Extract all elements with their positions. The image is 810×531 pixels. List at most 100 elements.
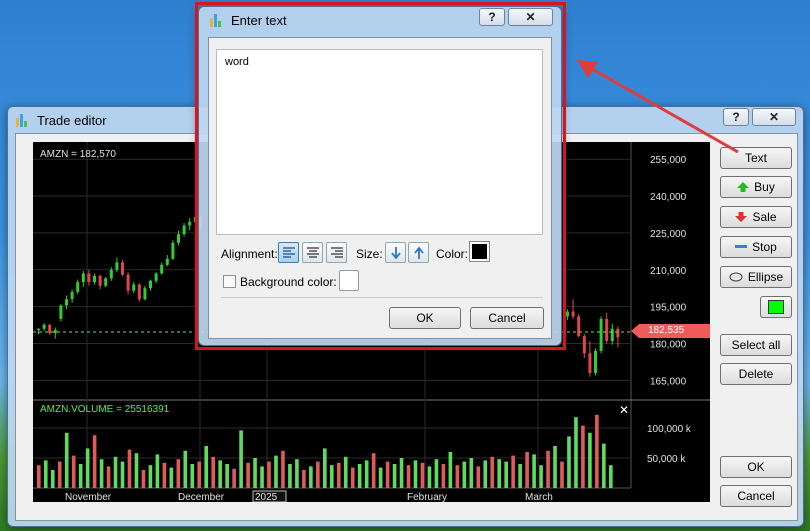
text-button[interactable]: Text (720, 147, 792, 169)
x-tick-label: February (407, 492, 447, 502)
sale-button-label: Sale (752, 210, 777, 224)
volume-bar (162, 462, 167, 488)
close-button[interactable]: ✕ (752, 108, 796, 126)
candle-body (177, 234, 180, 243)
volume-bar (218, 460, 222, 488)
volume-bar (50, 470, 55, 488)
dialog-help-button[interactable]: ? (479, 8, 505, 26)
volume-bar (155, 454, 160, 488)
volume-bar (497, 459, 502, 488)
volume-bar (169, 467, 174, 488)
dialog-separator (221, 297, 543, 298)
x-tick-label: 2025 (255, 492, 278, 502)
text-color-button[interactable] (469, 241, 490, 262)
volume-bar (239, 430, 243, 488)
volume-bar (588, 432, 592, 488)
align-left-button[interactable] (278, 242, 299, 263)
sale-button[interactable]: Sale (720, 206, 792, 228)
buy-button-label: Buy (754, 180, 775, 194)
volume-bar (448, 452, 453, 488)
align-center-button[interactable] (302, 242, 323, 263)
volume-bar (176, 459, 181, 488)
volume-bar (253, 458, 257, 488)
stop-button-label: Stop (752, 240, 777, 254)
stop-button[interactable]: Stop (720, 236, 792, 258)
cancel-button[interactable]: Cancel (720, 485, 792, 507)
volume-bar (574, 417, 578, 488)
volume-close-icon[interactable]: ✕ (619, 403, 629, 417)
arrow-up-icon (737, 182, 750, 192)
candle-body (149, 280, 152, 289)
x-tick-label: November (65, 492, 112, 502)
volume-bar (511, 455, 515, 488)
app-chart-icon (210, 13, 224, 27)
candle-body (188, 221, 192, 226)
select-all-label: Select all (731, 338, 781, 352)
volume-bar (602, 443, 606, 488)
volume-bar (134, 453, 139, 488)
color-swatch-button[interactable] (760, 296, 792, 318)
price-tick-label: 225,000 (650, 229, 687, 240)
candle-body (599, 318, 603, 351)
volume-bar (37, 465, 41, 488)
arrow-up-icon (413, 246, 424, 259)
ok-button[interactable]: OK (720, 456, 792, 478)
ellipse-button[interactable]: Ellipse (720, 266, 792, 288)
candle-body (115, 262, 119, 270)
volume-bar (309, 466, 313, 488)
volume-bar (92, 435, 97, 488)
select-all-button[interactable]: Select all (720, 334, 792, 356)
volume-bar (260, 466, 264, 488)
candle-body (610, 328, 614, 342)
volume-bar (71, 455, 76, 488)
volume-bar (336, 462, 341, 488)
align-right-button[interactable] (326, 242, 347, 263)
candle-body (109, 269, 113, 279)
background-checkbox[interactable] (223, 275, 236, 288)
volume-bar (609, 465, 613, 488)
align-center-icon (306, 247, 319, 258)
ellipse-button-label: Ellipse (747, 270, 784, 284)
text-input[interactable]: word (216, 49, 543, 235)
volume-bar (371, 453, 376, 488)
x-tick-label: December (178, 492, 225, 502)
price-tick-label: 195,000 (650, 303, 687, 314)
candle-body (98, 275, 102, 286)
volume-label: AMZN.VOLUME = 25516391 (40, 404, 170, 415)
volume-bar (441, 464, 446, 488)
candle-body (53, 329, 57, 334)
dialog-close-button[interactable]: ✕ (508, 8, 553, 26)
size-down-button[interactable] (385, 242, 406, 263)
volume-bar (532, 454, 536, 488)
volume-bar (99, 459, 104, 488)
candle-body (165, 258, 169, 265)
volume-bar (392, 464, 397, 488)
dialog-titlebar[interactable]: Enter text (199, 7, 561, 33)
background-color-button[interactable] (339, 270, 359, 291)
candle-body (160, 264, 164, 274)
volume-bar (378, 467, 383, 488)
help-button[interactable]: ? (723, 108, 749, 126)
volume-bar (225, 464, 229, 488)
candle-body (594, 350, 597, 373)
volume-bar (490, 456, 495, 488)
price-tick-label: 165,000 (650, 376, 687, 387)
dialog-cancel-button[interactable]: Cancel (470, 307, 544, 329)
size-up-button[interactable] (408, 242, 429, 263)
volume-bar (204, 446, 209, 488)
volume-bar (518, 464, 522, 488)
candle-body (193, 216, 197, 222)
text-color-swatch (472, 244, 487, 259)
text-input-value: word (225, 56, 249, 68)
dialog-ok-label: OK (416, 311, 434, 325)
volume-bar (302, 470, 306, 488)
volume-tick-label: 100,000 k (647, 424, 692, 435)
buy-button[interactable]: Buy (720, 176, 792, 198)
delete-button[interactable]: Delete (720, 363, 792, 385)
align-left-icon (282, 247, 295, 258)
candle-body (132, 284, 136, 291)
dialog-ok-button[interactable]: OK (389, 307, 461, 329)
price-tick-label: 240,000 (650, 192, 687, 203)
volume-bar (462, 461, 467, 488)
candle-body (126, 274, 130, 291)
